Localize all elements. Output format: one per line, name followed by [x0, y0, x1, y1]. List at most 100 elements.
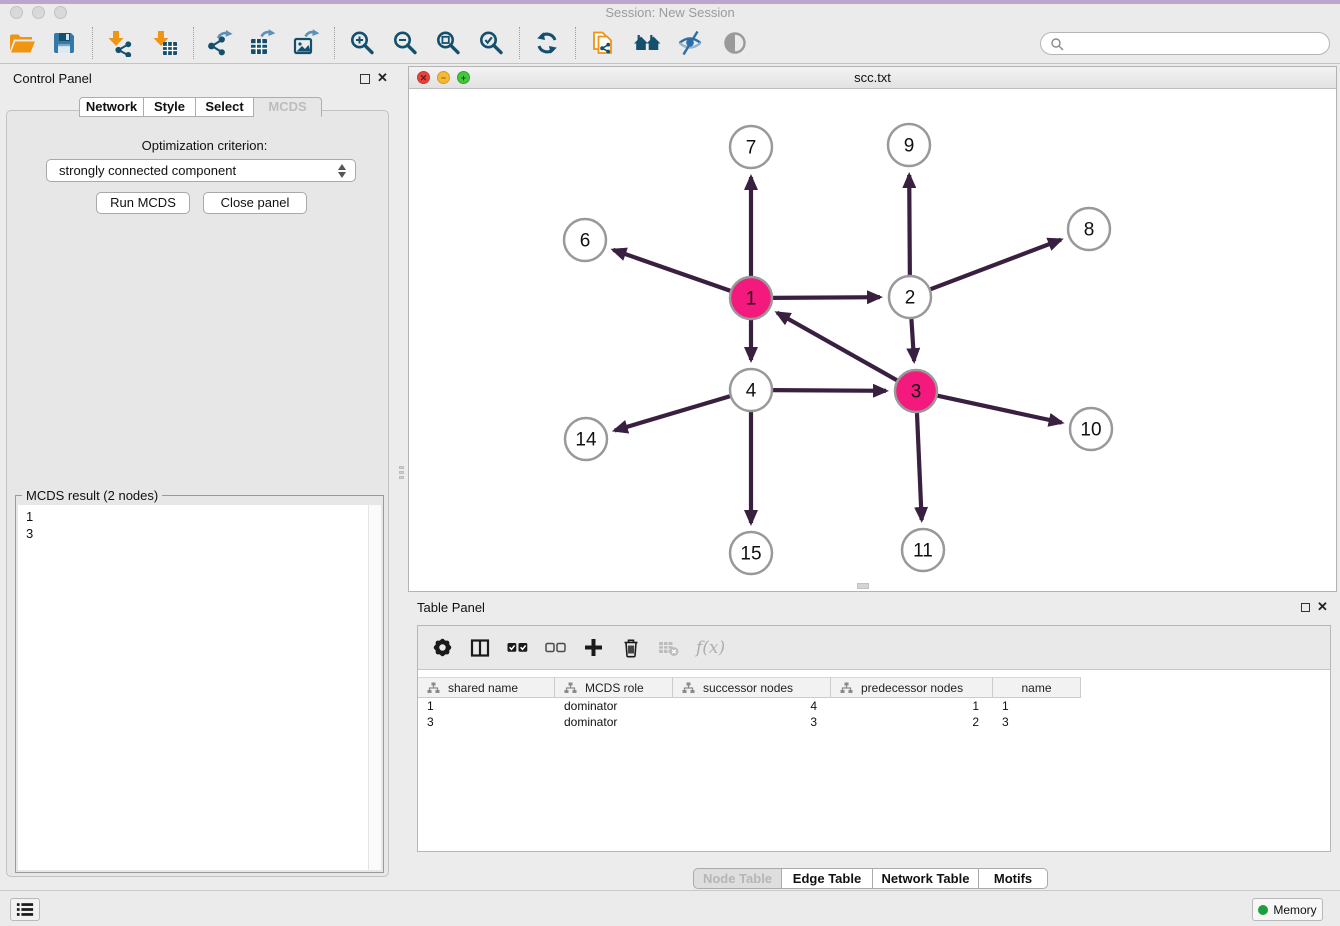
graph-edge-3-1[interactable]: [777, 313, 897, 380]
table-cell[interactable]: 3: [993, 714, 1081, 730]
window-resize-grip[interactable]: [857, 583, 869, 589]
graph-node-10[interactable]: 10: [1070, 408, 1112, 450]
graph-node-6[interactable]: 6: [564, 219, 606, 261]
hide-selection-icon[interactable]: [676, 29, 704, 57]
graph-node-4[interactable]: 4: [730, 369, 772, 411]
task-history-button[interactable]: [10, 898, 40, 921]
network-window-titlebar[interactable]: ✕ − + scc.txt: [409, 67, 1336, 89]
export-network-icon[interactable]: [205, 29, 233, 57]
save-session-icon[interactable]: [50, 29, 78, 57]
tab-select[interactable]: Select: [196, 97, 254, 117]
tab-node-table[interactable]: Node Table: [693, 868, 782, 889]
table-cell[interactable]: 3: [418, 714, 555, 730]
table-settings-icon[interactable]: [432, 637, 453, 659]
column-tree-icon: [840, 682, 853, 694]
graph-edge-2-9[interactable]: [909, 175, 910, 275]
graph-edge-1-6[interactable]: [613, 250, 730, 291]
graph-edge-3-10[interactable]: [937, 396, 1061, 423]
column-header-label: name: [1021, 681, 1051, 695]
graph-edge-3-11[interactable]: [917, 413, 922, 520]
control-panel-close-icon[interactable]: ✕: [377, 70, 388, 86]
table-cell[interactable]: 1: [831, 698, 993, 714]
function-builder-icon[interactable]: f(x): [696, 637, 725, 659]
column-header-name[interactable]: name: [993, 677, 1081, 698]
search-field[interactable]: [1040, 32, 1330, 55]
new-network-from-selection-icon[interactable]: [589, 29, 617, 57]
zoom-selected-icon[interactable]: [477, 29, 505, 57]
table-cell[interactable]: 1: [993, 698, 1081, 714]
graph-node-14[interactable]: 14: [565, 418, 607, 460]
tab-network-table[interactable]: Network Table: [873, 868, 979, 889]
zoom-out-icon[interactable]: [391, 29, 419, 57]
network-canvas[interactable]: 7 9 6 8 1 2 4 3 14 10 15 11: [409, 89, 1336, 591]
close-panel-button[interactable]: Close panel: [203, 192, 307, 214]
select-all-rows-icon[interactable]: [507, 637, 528, 659]
unselect-all-rows-icon[interactable]: [545, 637, 566, 659]
mcds-result-list[interactable]: 13: [18, 505, 381, 870]
table-row[interactable]: 3dominator323: [418, 714, 1330, 730]
add-column-icon[interactable]: [583, 637, 604, 659]
toolbar-separator: [92, 27, 93, 59]
graph-edge-4-3[interactable]: [773, 390, 886, 391]
control-panel-title: Control Panel: [13, 71, 92, 86]
table-cell[interactable]: 1: [418, 698, 555, 714]
table-cell[interactable]: dominator: [555, 714, 673, 730]
graph-node-8[interactable]: 8: [1068, 208, 1110, 250]
graph-node-7[interactable]: 7: [730, 126, 772, 168]
mcds-result-legend: MCDS result (2 nodes): [22, 488, 162, 503]
graph-node-9[interactable]: 9: [888, 124, 930, 166]
graph-edge-2-3[interactable]: [911, 319, 914, 361]
graph-node-3[interactable]: 3: [895, 370, 937, 412]
table-cell[interactable]: dominator: [555, 698, 673, 714]
apply-layout-icon[interactable]: [533, 29, 561, 57]
tab-network[interactable]: Network: [79, 97, 144, 117]
import-network-icon[interactable]: [105, 29, 133, 57]
criterion-value: strongly connected component: [59, 163, 236, 178]
memory-button[interactable]: Memory: [1252, 898, 1323, 921]
table-cell[interactable]: 2: [831, 714, 993, 730]
delete-table-icon[interactable]: [658, 637, 679, 659]
tab-motifs[interactable]: Motifs: [979, 868, 1048, 889]
column-header-shared-name[interactable]: shared name: [418, 677, 555, 698]
export-image-icon[interactable]: [292, 29, 320, 57]
zoom-fit-icon[interactable]: [434, 29, 462, 57]
table-cell[interactable]: 3: [673, 714, 831, 730]
run-mcds-button[interactable]: Run MCDS: [96, 192, 190, 214]
graph-node-label: 6: [580, 231, 591, 252]
optimization-criterion-select[interactable]: strongly connected component: [46, 159, 356, 182]
zoom-in-icon[interactable]: [348, 29, 376, 57]
column-header-predecessor-nodes[interactable]: predecessor nodes: [831, 677, 993, 698]
toolbar-separator: [334, 27, 335, 59]
show-all-icon[interactable]: [721, 29, 749, 57]
panel-splitter-grip[interactable]: [398, 462, 405, 482]
graph-edge-4-14[interactable]: [615, 396, 730, 430]
table-row[interactable]: 1dominator411: [418, 698, 1330, 714]
column-header-mcds-role[interactable]: MCDS role: [555, 677, 673, 698]
graph-node-label: 3: [911, 382, 922, 403]
graph-node-15[interactable]: 15: [730, 532, 772, 574]
graph-node-11[interactable]: 11: [902, 529, 944, 571]
show-columns-icon[interactable]: [470, 637, 490, 659]
delete-columns-icon[interactable]: [621, 637, 641, 659]
graph-edge-1-2[interactable]: [773, 297, 880, 298]
scrollbar-track[interactable]: [368, 505, 381, 870]
tab-style[interactable]: Style: [144, 97, 196, 117]
list-icon: [16, 902, 34, 917]
table-panel-float-icon[interactable]: [1301, 603, 1310, 612]
import-table-icon[interactable]: [151, 29, 179, 57]
graph-node-label: 15: [740, 544, 761, 565]
table-cell[interactable]: 4: [673, 698, 831, 714]
table-panel-close-icon[interactable]: ✕: [1317, 599, 1328, 615]
control-panel-float-icon[interactable]: [360, 74, 370, 84]
tab-edge-table[interactable]: Edge Table: [782, 868, 873, 889]
first-neighbors-icon[interactable]: [633, 29, 661, 57]
graph-edge-2-8[interactable]: [931, 240, 1061, 290]
export-table-icon[interactable]: [248, 29, 276, 57]
column-header-successor-nodes[interactable]: successor nodes: [673, 677, 831, 698]
graph-node-1[interactable]: 1: [730, 277, 772, 319]
tab-mcds[interactable]: MCDS: [254, 97, 322, 117]
graph-node-2[interactable]: 2: [889, 276, 931, 318]
column-header-label: predecessor nodes: [861, 681, 963, 695]
search-input[interactable]: [1070, 36, 1320, 52]
open-session-icon[interactable]: [8, 29, 36, 57]
